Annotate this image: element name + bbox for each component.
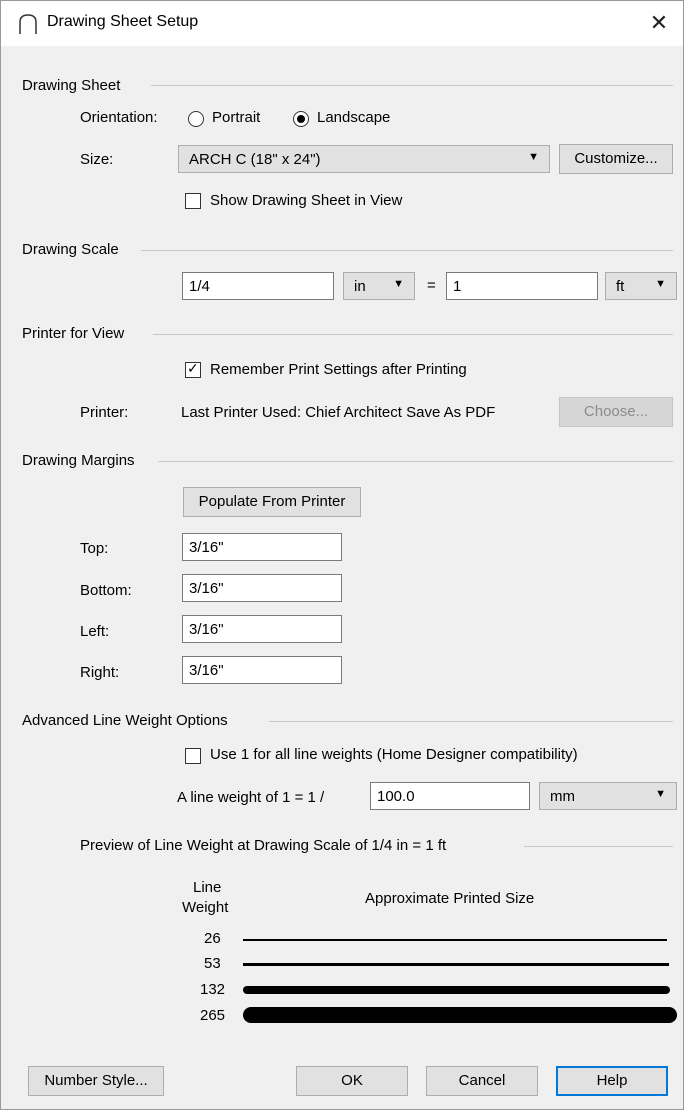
top-margin-input[interactable]	[182, 533, 342, 561]
line-weight-sample-26	[243, 939, 667, 941]
group-printer: Printer for View	[22, 325, 133, 342]
close-icon[interactable]: ✕	[650, 10, 668, 35]
line-weight-sample-53	[243, 963, 669, 966]
divider	[153, 334, 673, 335]
divider	[141, 250, 673, 251]
printer-label: Printer:	[80, 404, 129, 421]
line-weight-label: A line weight of 1 = 1 /	[177, 789, 325, 806]
chevron-down-icon: ▼	[528, 151, 539, 163]
line-weight-sample-132	[243, 986, 670, 994]
scale-right-unit: ft	[616, 278, 625, 295]
drawing-sheet-setup-dialog: Drawing Sheet Setup ✕ Drawing Sheet Orie…	[0, 0, 684, 1110]
chevron-down-icon: ▼	[393, 278, 404, 290]
arch-icon	[19, 14, 37, 34]
printer-value: Last Printer Used: Chief Architect Save …	[181, 404, 496, 421]
title-bar: Drawing Sheet Setup ✕	[1, 1, 683, 46]
scale-left-unit: in	[354, 278, 366, 295]
orientation-label: Orientation:	[80, 109, 158, 126]
weight-row-53: 53	[204, 955, 221, 972]
equals-sign: =	[427, 277, 436, 294]
use-one-checkbox[interactable]	[185, 748, 201, 764]
portrait-label[interactable]: Portrait	[212, 109, 260, 126]
choose-printer-button[interactable]: Choose...	[559, 397, 673, 427]
check-icon: ✓	[187, 360, 199, 376]
line-weight-input[interactable]	[370, 782, 530, 810]
size-value: ARCH C (18" x 24")	[189, 151, 321, 168]
chevron-down-icon: ▼	[655, 788, 666, 800]
size-select[interactable]: ARCH C (18" x 24") ▼	[178, 145, 550, 173]
window-title: Drawing Sheet Setup	[47, 13, 199, 30]
group-margins: Drawing Margins	[22, 452, 143, 469]
col-header-line: Line	[193, 879, 222, 896]
show-sheet-label[interactable]: Show Drawing Sheet in View	[210, 192, 402, 209]
show-sheet-checkbox[interactable]	[185, 193, 201, 209]
right-margin-input[interactable]	[182, 656, 342, 684]
left-margin-label: Left:	[80, 623, 110, 640]
remember-print-checkbox[interactable]: ✓	[185, 360, 201, 378]
number-style-button[interactable]: Number Style...	[28, 1066, 164, 1096]
group-drawing-scale: Drawing Scale	[22, 241, 127, 258]
scale-left-input[interactable]	[182, 272, 334, 300]
populate-from-printer-button[interactable]: Populate From Printer	[183, 487, 361, 517]
line-weight-sample-265	[243, 1007, 677, 1023]
weight-row-132: 132	[200, 981, 226, 998]
line-weight-unit-select[interactable]: mm ▼	[539, 782, 677, 810]
chevron-down-icon: ▼	[655, 278, 666, 290]
line-weight-unit: mm	[550, 788, 575, 805]
col-header-size: Approximate Printed Size	[365, 890, 535, 907]
size-label: Size:	[80, 151, 114, 168]
divider	[151, 85, 673, 86]
left-margin-input[interactable]	[182, 615, 342, 643]
use-one-label[interactable]: Use 1 for all line weights (Home Designe…	[210, 746, 578, 763]
divider	[158, 461, 673, 462]
divider	[524, 846, 673, 847]
scale-right-unit-select[interactable]: ft ▼	[605, 272, 677, 300]
portrait-radio[interactable]	[188, 111, 204, 127]
landscape-label[interactable]: Landscape	[317, 109, 390, 126]
col-header-weight: Weight	[182, 899, 229, 916]
weight-row-26: 26	[204, 930, 221, 947]
remember-print-label[interactable]: Remember Print Settings after Printing	[210, 361, 467, 378]
bottom-margin-input[interactable]	[182, 574, 342, 602]
help-button[interactable]: Help	[556, 1066, 668, 1096]
scale-left-unit-select[interactable]: in ▼	[343, 272, 415, 300]
bottom-margin-label: Bottom:	[80, 582, 132, 599]
customize-button[interactable]: Customize...	[559, 144, 673, 174]
group-line-weight: Advanced Line Weight Options	[22, 712, 236, 729]
divider	[269, 721, 673, 722]
ok-button[interactable]: OK	[296, 1066, 408, 1096]
group-drawing-sheet: Drawing Sheet	[22, 77, 129, 94]
landscape-radio[interactable]	[293, 111, 309, 127]
weight-row-265: 265	[200, 1007, 226, 1024]
right-margin-label: Right:	[80, 664, 120, 681]
top-margin-label: Top:	[80, 540, 109, 557]
close-button[interactable]: ✕	[641, 7, 677, 41]
scale-right-input[interactable]	[446, 272, 598, 300]
preview-label: Preview of Line Weight at Drawing Scale …	[80, 837, 447, 854]
cancel-button[interactable]: Cancel	[426, 1066, 538, 1096]
